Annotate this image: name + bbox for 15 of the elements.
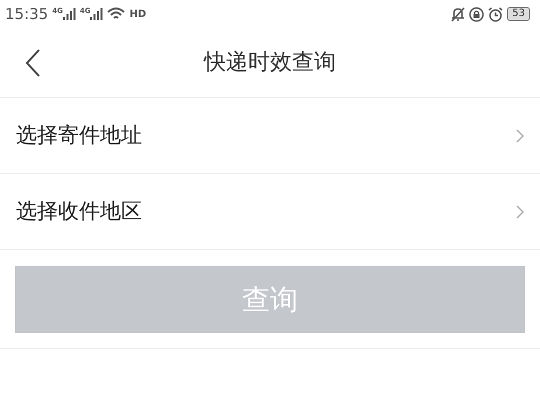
- page-title: 快递时效查询: [204, 49, 336, 77]
- battery-level: 53: [507, 7, 530, 21]
- bell-off-icon: [451, 6, 466, 22]
- chevron-right-icon: [516, 128, 524, 142]
- chevron-right-icon: [516, 204, 524, 218]
- status-time: 15:35: [5, 4, 48, 25]
- hd-label: HD: [129, 8, 146, 22]
- lock-rotation-icon: [469, 6, 484, 22]
- alarm-icon: [488, 6, 504, 22]
- signal-icon: [62, 8, 76, 20]
- back-icon[interactable]: [25, 48, 41, 76]
- address-row[interactable]: 选择寄件地址: [0, 98, 540, 174]
- wifi-icon: [107, 7, 126, 21]
- address-row[interactable]: 选择收件地区: [0, 174, 540, 250]
- signal-icon: [90, 8, 104, 20]
